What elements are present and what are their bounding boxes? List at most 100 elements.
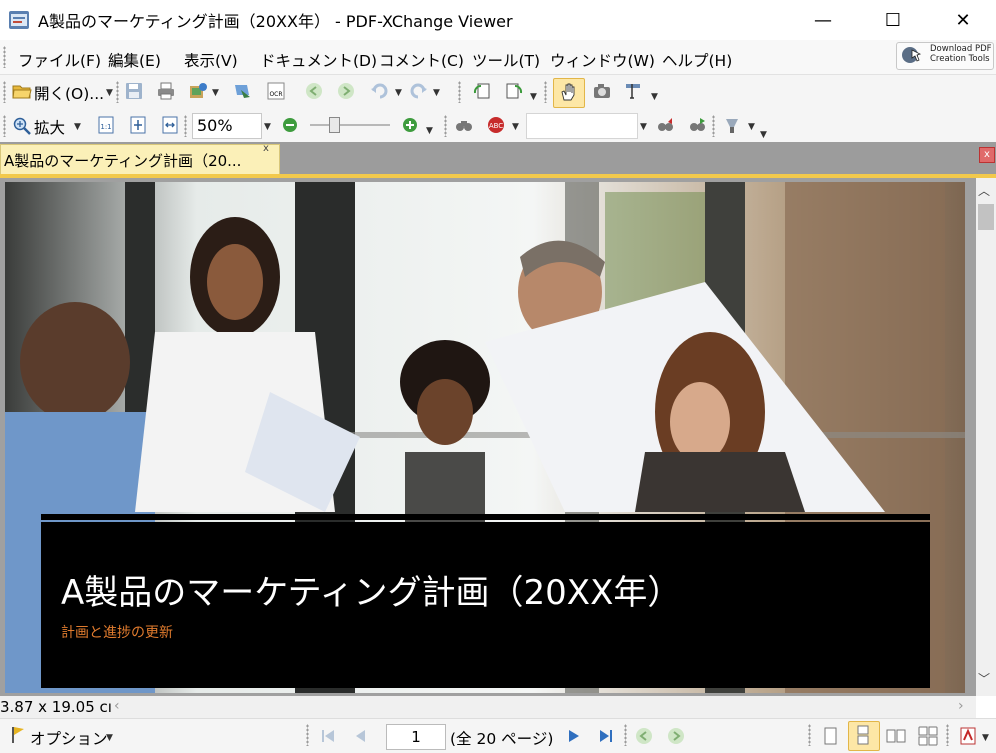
maximize-button[interactable]: ☐ (870, 0, 916, 40)
document-page: A製品のマーケティング計画（20XX年） 計画と進捗の更新 (5, 182, 965, 693)
find-input[interactable] (526, 113, 638, 139)
select-text-icon[interactable] (624, 81, 644, 101)
menu-tools[interactable]: ツール(T) (472, 49, 540, 71)
highlight-dropdown-arrow[interactable]: ▼ (748, 122, 755, 132)
toolbar-separator-3 (544, 81, 547, 103)
redo-icon[interactable] (408, 81, 428, 101)
highlight-marker-icon[interactable] (722, 115, 742, 135)
history-forward-icon[interactable] (666, 726, 686, 746)
menu-help[interactable]: ヘルプ(H) (662, 49, 732, 71)
find-dropdown-arrow[interactable]: ▼ (640, 122, 647, 132)
menu-window[interactable]: ウィンドウ(W) (550, 49, 655, 71)
spell-dropdown-arrow[interactable]: ▼ (512, 122, 519, 132)
back-icon[interactable] (304, 81, 324, 101)
spell-check-icon[interactable]: ABC (486, 115, 506, 135)
minimize-button[interactable]: — (800, 0, 846, 40)
zoom-tool-dropdown-arrow[interactable]: ▼ (74, 122, 81, 132)
scroll-right-arrow[interactable]: › (958, 698, 964, 714)
open-button[interactable]: 開く(O)... (34, 82, 104, 104)
export-image-icon[interactable] (188, 81, 208, 101)
scroll-left-arrow[interactable]: ‹ (114, 698, 120, 714)
menu-view[interactable]: 表示(V) (184, 49, 238, 71)
select-dropdown-arrow[interactable]: ▼ (651, 92, 658, 102)
download-line1: Download PDF (930, 44, 992, 54)
ocr-icon[interactable]: OCR (266, 81, 286, 101)
toolbar-overflow-arrow[interactable]: ▼ (760, 130, 767, 140)
zoom-value: 50% (197, 116, 233, 135)
menu-document[interactable]: ドキュメント(D) (260, 49, 377, 71)
fit-width-icon[interactable] (160, 115, 180, 135)
undo-dropdown-arrow[interactable]: ▼ (395, 88, 402, 98)
single-page-view-icon[interactable] (820, 726, 840, 746)
horizontal-scrollbar[interactable] (0, 696, 976, 718)
zoom-slider-thumb[interactable] (329, 117, 340, 133)
first-page-icon[interactable] (318, 726, 338, 746)
slide-title: A製品のマーケティング計画（20XX年） (61, 573, 682, 613)
status-grip[interactable] (306, 724, 309, 746)
options-flag-icon (12, 727, 24, 743)
options-button[interactable]: オプション (30, 727, 108, 749)
rotate-left-icon[interactable] (472, 81, 492, 101)
facing-pages-view-icon[interactable] (886, 726, 906, 746)
redo-dropdown-arrow[interactable]: ▼ (433, 88, 440, 98)
snapshot-camera-icon[interactable] (592, 81, 612, 101)
zoom-out-icon[interactable] (280, 115, 300, 135)
page-size-label: 3.87 x 19.05 cı (0, 698, 112, 716)
export-dropdown-arrow[interactable]: ▼ (212, 88, 219, 98)
window-title: A製品のマーケティング計画（20XX年） - PDF-XChange Viewe… (38, 12, 513, 31)
zoom-in-icon[interactable] (400, 115, 420, 135)
actual-size-icon[interactable]: 1:1 (96, 115, 116, 135)
find-previous-icon[interactable] (656, 115, 676, 135)
status-separator-2 (808, 724, 811, 746)
rotate-right-icon[interactable] (504, 81, 524, 101)
zoom-more-arrow[interactable]: ▼ (426, 126, 433, 136)
tab-close-icon[interactable]: x (263, 143, 269, 154)
menu-grip[interactable] (3, 46, 6, 68)
download-pdf-label: Download PDF Creation Tools (930, 44, 992, 64)
next-page-icon[interactable] (564, 726, 584, 746)
zoom-slider-track[interactable] (310, 124, 390, 126)
print-icon[interactable] (156, 81, 176, 101)
scroll-up-arrow[interactable]: ︿ (978, 182, 990, 199)
open-folder-icon (12, 85, 32, 99)
zoom-in-tool-icon (13, 117, 31, 135)
svg-text:OCR: OCR (269, 91, 282, 98)
status-separator (624, 724, 627, 746)
toolbar-grip[interactable] (3, 81, 6, 103)
find-next-icon[interactable] (688, 115, 708, 135)
continuous-facing-view-icon[interactable] (918, 726, 938, 746)
rotate-dropdown-arrow[interactable]: ▼ (530, 92, 537, 102)
zoom-dropdown-arrow[interactable]: ▼ (264, 122, 271, 132)
close-document-button[interactable]: x (979, 147, 995, 163)
zoom-tool-button[interactable]: 拡大 (34, 116, 65, 138)
download-line2: Creation Tools (930, 54, 990, 64)
download-globe-icon (902, 47, 922, 63)
vertical-scroll-thumb[interactable] (978, 204, 994, 230)
open-dropdown-arrow[interactable]: ▼ (106, 88, 113, 98)
zoom-separator-3 (712, 115, 715, 137)
undo-icon[interactable] (370, 81, 390, 101)
options-dropdown-arrow[interactable]: ▼ (106, 733, 113, 743)
vertical-scrollbar[interactable] (976, 178, 996, 696)
pdf-settings-icon[interactable] (958, 726, 978, 746)
search-binoculars-icon[interactable] (454, 115, 474, 135)
page-number-input[interactable]: 1 (386, 724, 446, 750)
forward-icon[interactable] (336, 81, 356, 101)
menu-comment[interactable]: コメント(C) (379, 49, 464, 71)
send-mail-icon[interactable] (232, 81, 252, 101)
menu-edit[interactable]: 編集(E) (108, 49, 161, 71)
pdf-settings-dropdown-arrow[interactable]: ▼ (982, 733, 989, 743)
zoom-separator (184, 115, 187, 137)
status-separator-3 (946, 724, 949, 746)
scroll-down-arrow[interactable]: ﹀ (978, 670, 990, 687)
zoom-toolbar-grip[interactable] (3, 115, 6, 137)
save-icon[interactable] (124, 81, 144, 101)
history-back-icon[interactable] (634, 726, 654, 746)
slide-divider (41, 514, 930, 520)
menu-file[interactable]: ファイル(F) (18, 49, 101, 71)
fit-page-icon[interactable] (128, 115, 148, 135)
close-window-button[interactable]: ✕ (940, 0, 986, 40)
previous-page-icon[interactable] (350, 726, 370, 746)
toolbar-separator (116, 81, 119, 103)
last-page-icon[interactable] (596, 726, 616, 746)
